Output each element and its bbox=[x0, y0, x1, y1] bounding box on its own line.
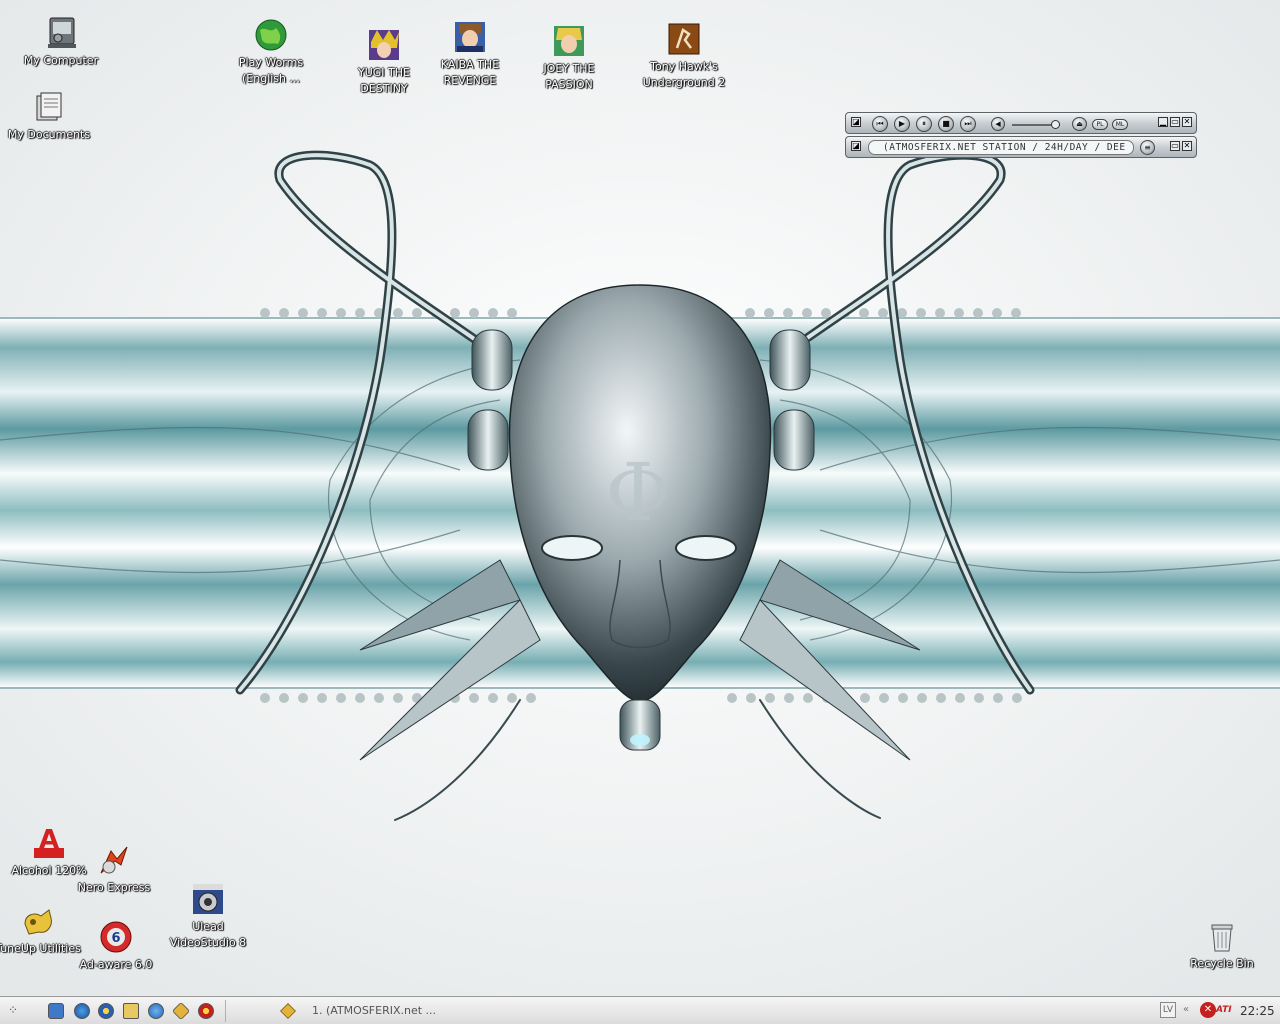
close-icon[interactable]: ✕ bbox=[1182, 117, 1192, 127]
icon-label: Recycle Bin bbox=[1190, 957, 1254, 970]
recycle-bin-icon bbox=[1205, 919, 1239, 953]
eject-button[interactable]: ⏏ bbox=[1072, 117, 1087, 131]
icon-label: Play Worms (English ... bbox=[238, 56, 304, 85]
song-title-display[interactable]: (ATMOSFERIX.NET STATION / 24H/DAY / DEE bbox=[868, 140, 1134, 155]
media-player-icon[interactable] bbox=[98, 1003, 114, 1019]
taskbar: ⁘ 1. (ATMOSFERIX.net ... LV « ✕ ATI 22:2… bbox=[0, 996, 1280, 1024]
icon-label: My Documents bbox=[7, 128, 91, 141]
icon-label: Ulead VideoStudio 8 bbox=[169, 920, 247, 949]
tray-x-icon[interactable]: ✕ bbox=[1200, 1002, 1216, 1018]
desktop-icon-joey[interactable]: JOEY THE PASSION bbox=[526, 24, 612, 93]
adaware-icon: 6 bbox=[99, 920, 133, 954]
icon-label: My Computer bbox=[23, 54, 99, 67]
next-button[interactable]: ⏭ bbox=[960, 116, 976, 132]
desktop-icon-my-documents[interactable]: My Documents bbox=[6, 90, 92, 143]
desktop-icon-play-worms[interactable]: Play Worms (English ... bbox=[228, 18, 314, 87]
winamp-playlist-window[interactable]: ◪ (ATMOSFERIX.NET STATION / 24H/DAY / DE… bbox=[845, 136, 1197, 158]
gamepad-icon bbox=[21, 904, 55, 938]
desktop-icon-ulead[interactable]: Ulead VideoStudio 8 bbox=[165, 882, 251, 951]
stop-button[interactable]: ■ bbox=[938, 116, 954, 132]
shade-icon[interactable]: ▭ bbox=[1170, 141, 1180, 151]
joey-game-icon bbox=[552, 24, 586, 58]
yugi-game-icon bbox=[367, 28, 401, 62]
winamp-menu-icon[interactable]: ◪ bbox=[851, 141, 861, 151]
desktop-icon-tuneup[interactable]: TuneUp Utilities bbox=[0, 904, 81, 957]
alcohol-icon: A bbox=[32, 825, 66, 860]
tray-ati-icon[interactable]: ATI bbox=[1216, 1005, 1232, 1015]
winamp-main-window[interactable]: ◪ ⏮ ▶ ⏸ ■ ⏭ ◀ ⏏ PL ML ▁ ▭ ✕ bbox=[845, 112, 1197, 134]
desktop-icon-nero[interactable]: Nero Express bbox=[71, 843, 157, 896]
list-options-icon[interactable]: ≡ bbox=[1140, 140, 1155, 155]
icon-label: JOEY THE PASSION bbox=[543, 62, 595, 91]
internet-explorer-icon[interactable] bbox=[74, 1003, 90, 1019]
icon-label: KAIBA THE REVENGE bbox=[440, 58, 500, 87]
globe-icon bbox=[254, 18, 288, 52]
icon-label: YUGI THE DESTINY bbox=[358, 66, 410, 95]
close-icon[interactable]: ✕ bbox=[1182, 141, 1192, 151]
desktop-icon-my-computer[interactable]: My Computer bbox=[18, 16, 104, 69]
computer-icon bbox=[44, 16, 78, 50]
kaiba-game-icon bbox=[453, 20, 487, 54]
winamp-icon[interactable] bbox=[171, 1001, 191, 1021]
play-button[interactable]: ▶ bbox=[894, 116, 910, 132]
nero-icon bbox=[97, 843, 131, 877]
desktop-icon-yugi[interactable]: YUGI THE DESTINY bbox=[341, 28, 427, 97]
minimize-icon[interactable]: ▁ bbox=[1158, 117, 1168, 127]
icon-label: Tony Hawk's Underground 2 bbox=[642, 60, 726, 89]
desktop-icon-kaiba[interactable]: KAIBA THE REVENGE bbox=[427, 20, 513, 89]
playlist-toggle-button[interactable]: PL bbox=[1092, 119, 1108, 130]
phi-symbol: Φ bbox=[605, 446, 671, 539]
desktop-icon-tony-hawk[interactable]: Tony Hawk's Underground 2 bbox=[641, 22, 727, 91]
winamp-menu-icon[interactable]: ◪ bbox=[851, 117, 861, 127]
firefox-icon[interactable] bbox=[198, 1003, 214, 1019]
folder-icon[interactable] bbox=[123, 1003, 139, 1019]
tony-hawk-game-icon bbox=[667, 22, 701, 56]
task-button-winamp[interactable]: 1. (ATMOSFERIX.net ... bbox=[278, 1001, 498, 1021]
desktop-icon-recycle-bin[interactable]: Recycle Bin bbox=[1179, 919, 1265, 972]
show-desktop-icon[interactable] bbox=[48, 1003, 64, 1019]
prev-button[interactable]: ⏮ bbox=[872, 116, 888, 132]
documents-icon bbox=[32, 90, 66, 124]
icon-label: TuneUp Utilities bbox=[0, 942, 81, 955]
pause-button[interactable]: ⏸ bbox=[916, 116, 932, 132]
start-grip-icon[interactable]: ⁘ bbox=[8, 1003, 22, 1017]
clock[interactable]: 22:25 bbox=[1240, 1004, 1275, 1018]
media-library-toggle-button[interactable]: ML bbox=[1112, 119, 1128, 130]
svg-text:6: 6 bbox=[111, 931, 120, 946]
volume-icon[interactable]: ◀ bbox=[991, 117, 1005, 131]
skype-icon[interactable] bbox=[148, 1003, 164, 1019]
winamp-icon bbox=[280, 1003, 296, 1019]
icon-label: Ad-aware 6.0 bbox=[79, 958, 153, 971]
icon-label: Nero Express bbox=[77, 881, 151, 894]
taskbar-divider bbox=[225, 1000, 226, 1022]
volume-slider-handle[interactable] bbox=[1051, 120, 1060, 129]
desktop-icon-adaware[interactable]: 6 Ad-aware 6.0 bbox=[73, 920, 159, 973]
shade-icon[interactable]: ▭ bbox=[1170, 117, 1180, 127]
tray-lv-icon[interactable]: LV bbox=[1160, 1002, 1176, 1018]
task-button-label: 1. (ATMOSFERIX.net ... bbox=[312, 1004, 437, 1017]
video-studio-icon bbox=[191, 882, 225, 916]
tray-arrow-icon[interactable]: « bbox=[1183, 1004, 1189, 1015]
